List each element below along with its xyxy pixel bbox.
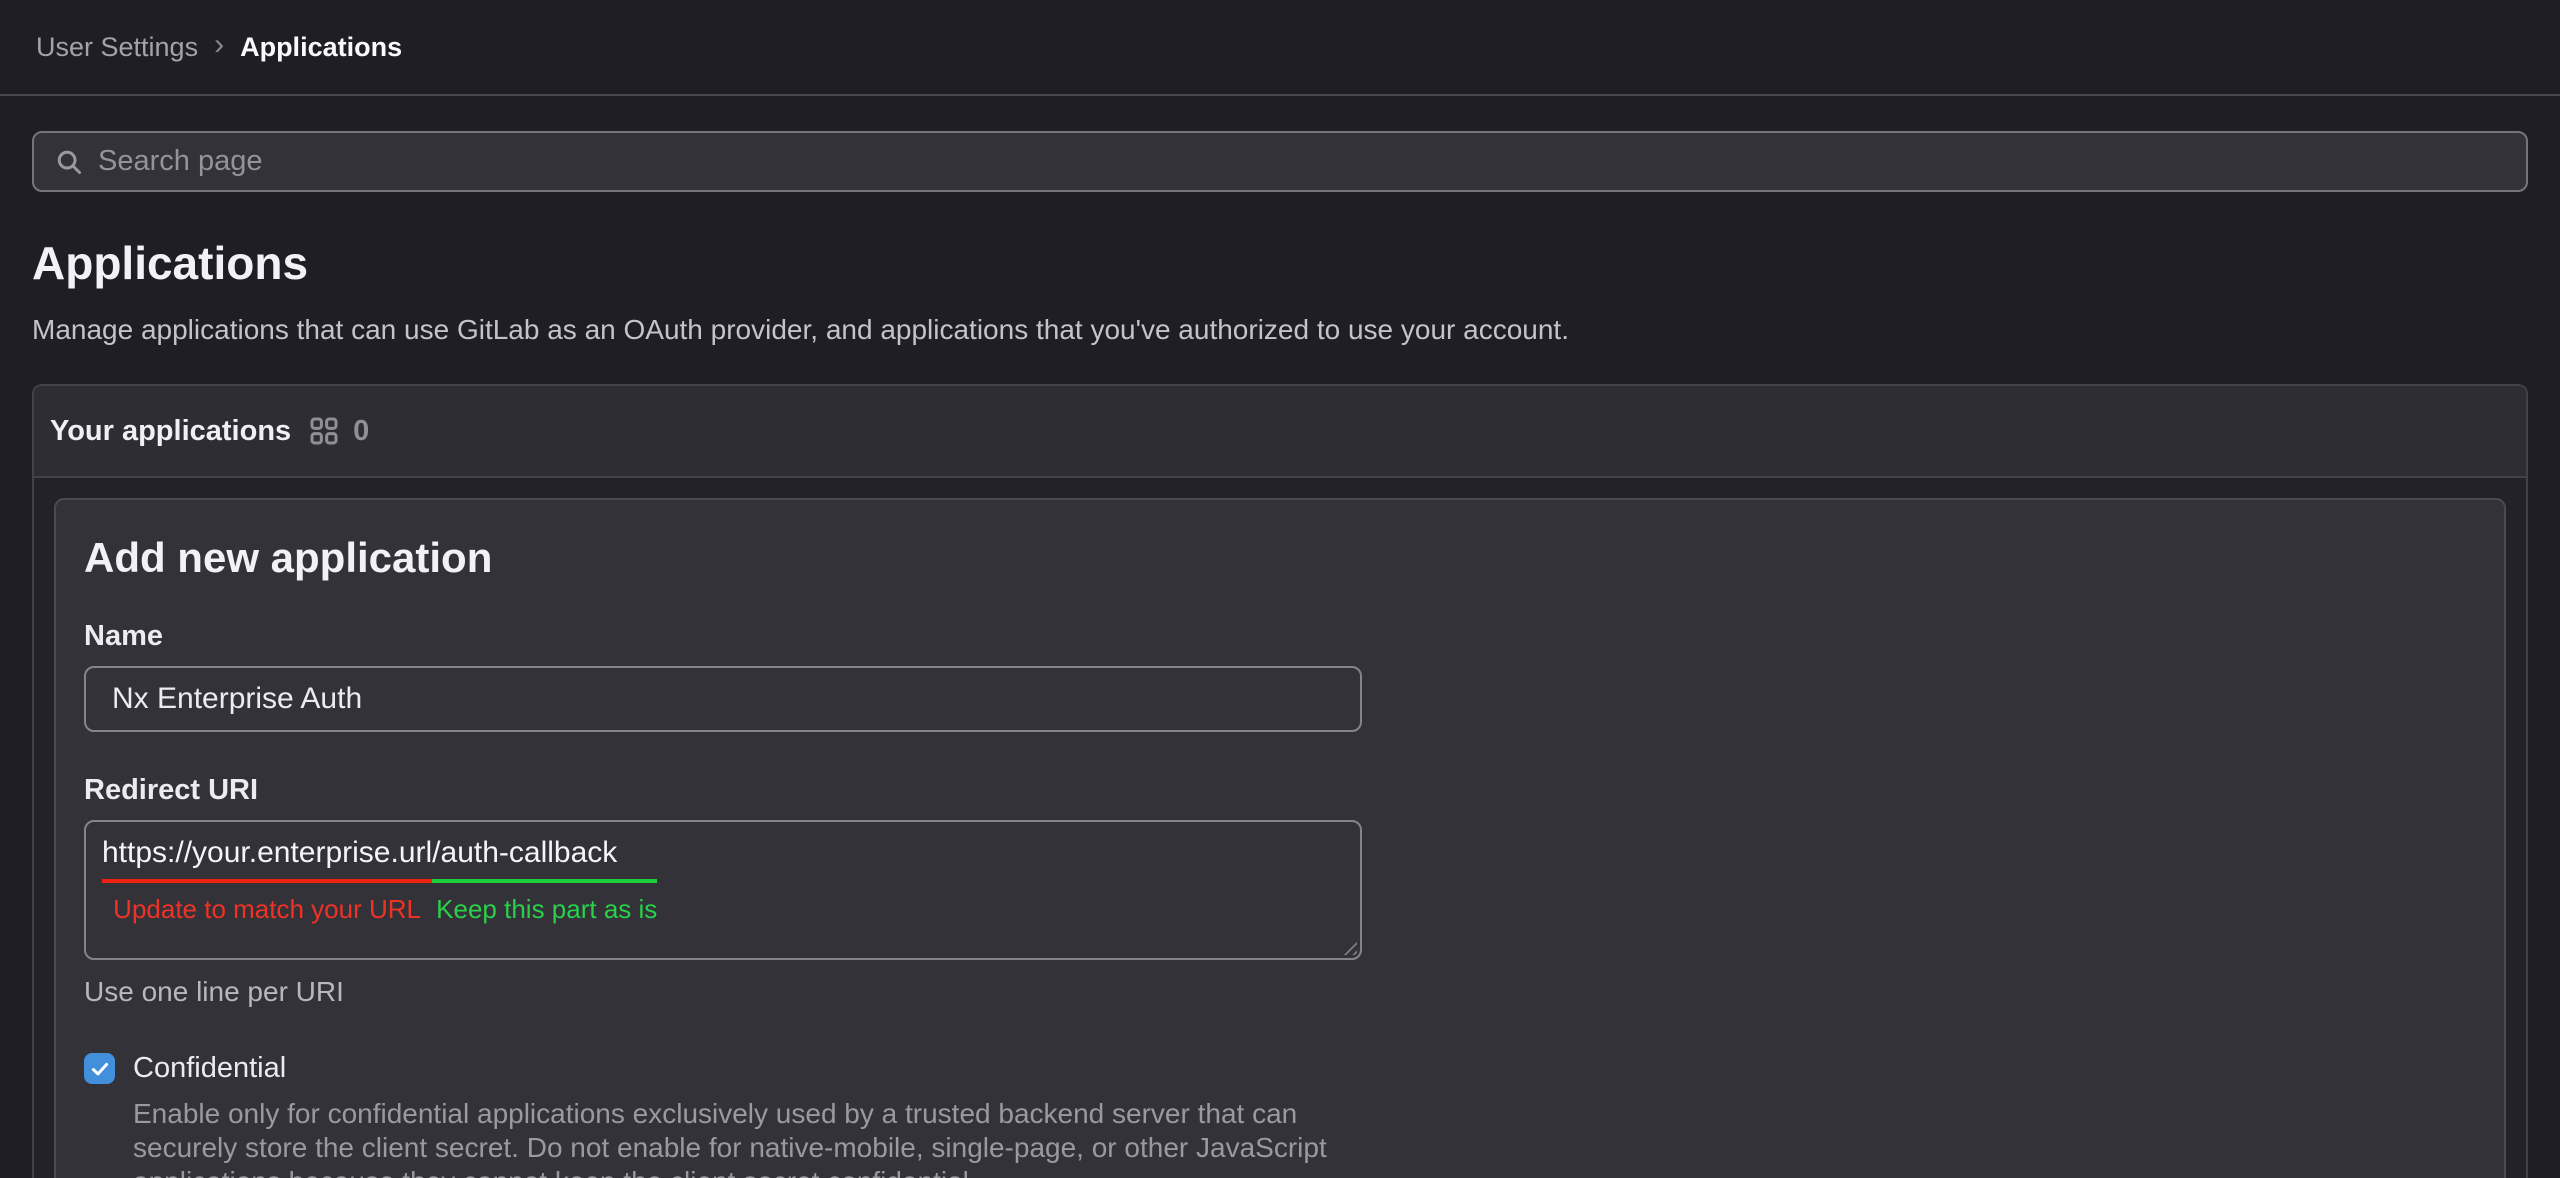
textarea-resize-grip[interactable] — [1339, 937, 1357, 955]
confidential-description: Enable only for confidential application… — [133, 1097, 1359, 1178]
uri-path-part-green-underlined: /auth-callback — [432, 836, 657, 883]
name-input[interactable] — [84, 666, 1362, 732]
add-application-card: Add new application Name Redirect URI ht… — [54, 498, 2506, 1178]
confidential-checkbox[interactable] — [84, 1053, 115, 1084]
search-input[interactable] — [98, 145, 2506, 178]
panel-title: Your applications — [50, 415, 291, 448]
search-icon — [54, 147, 84, 177]
name-label: Name — [84, 620, 1362, 653]
breadcrumb: User Settings › Applications — [36, 32, 402, 63]
applications-grid-icon — [309, 416, 339, 446]
page-title: Applications — [32, 236, 2528, 290]
breadcrumb-applications: Applications — [240, 32, 402, 63]
confidential-row: Confidential Enable only for confidentia… — [84, 1052, 1362, 1178]
add-application-title: Add new application — [84, 534, 2476, 582]
redirect-uri-help: Use one line per URI — [84, 976, 1362, 1008]
confidential-label[interactable]: Confidential — [133, 1052, 286, 1084]
panel-body: Add new application Name Redirect URI ht… — [34, 478, 2526, 1178]
annotation-keep-part: Keep this part as is — [432, 894, 657, 925]
panel-header: Your applications 0 — [34, 386, 2526, 478]
uri-host-part-red-underlined: https://your.enterprise.url — [102, 836, 432, 883]
applications-count-badge: 0 — [353, 415, 369, 448]
confidential-text-block: Confidential Enable only for confidentia… — [133, 1052, 1359, 1178]
redirect-uri-label: Redirect URI — [84, 774, 1362, 807]
top-bar: User Settings › Applications — [0, 0, 2560, 96]
chevron-right-icon: › — [214, 30, 224, 60]
redirect-uri-textarea[interactable]: https://your.enterprise.url /auth-callba… — [84, 820, 1362, 960]
redirect-uri-content: https://your.enterprise.url /auth-callba… — [102, 836, 1344, 925]
search-box[interactable] — [32, 131, 2528, 192]
your-applications-panel: Your applications 0 Add new application … — [32, 384, 2528, 1178]
add-application-form: Name Redirect URI https://your.enterpris… — [84, 620, 1362, 1178]
breadcrumb-user-settings[interactable]: User Settings — [36, 32, 198, 63]
main-content: Applications Manage applications that ca… — [0, 131, 2560, 1178]
page-description: Manage applications that can use GitLab … — [32, 314, 2528, 346]
checkmark-icon — [89, 1058, 111, 1080]
annotation-update-url: Update to match your URL — [102, 894, 432, 925]
